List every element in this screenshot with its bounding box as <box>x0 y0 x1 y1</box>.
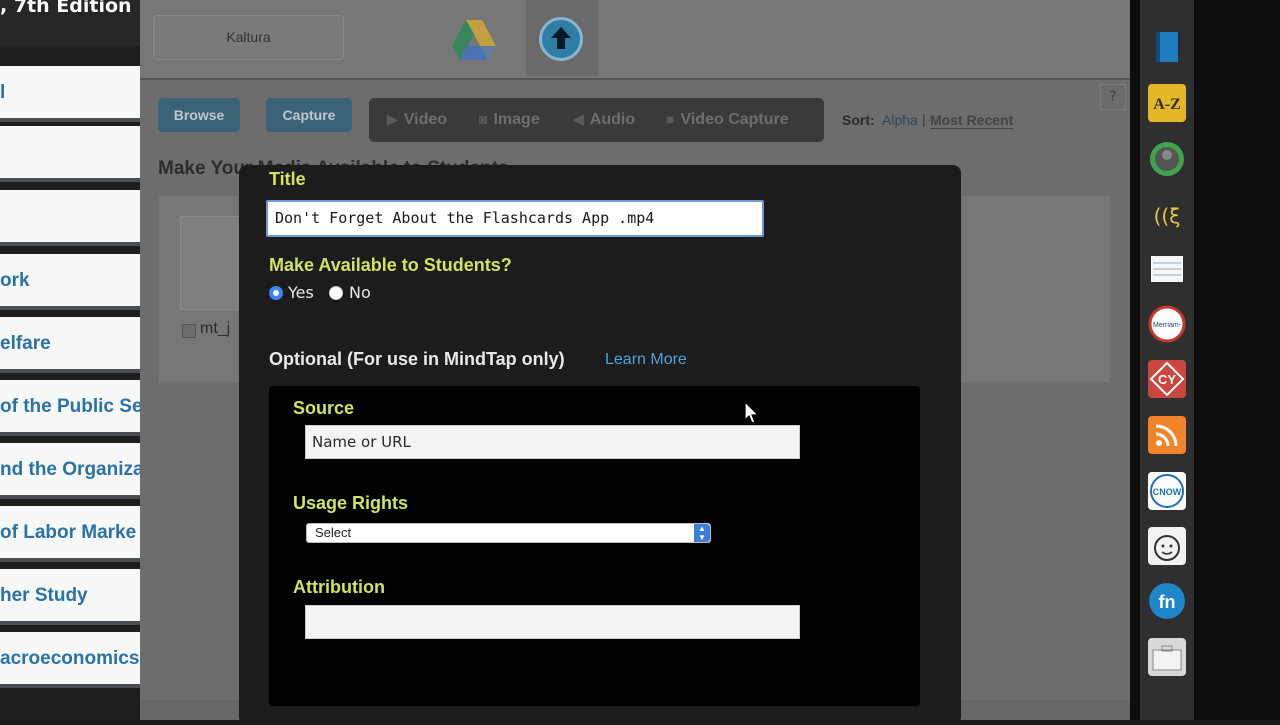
svg-text:CNOW: CNOW <box>1153 487 1182 497</box>
no-radio[interactable] <box>329 286 343 300</box>
attribution-label: Attribution <box>293 577 385 597</box>
merriam-webster-icon[interactable]: Merriam- <box>1148 305 1186 343</box>
tab-kaltura[interactable]: Kaltura <box>153 15 344 60</box>
source-tab-bar: Kaltura <box>140 0 1130 80</box>
book-title: , 7th Edition <box>0 0 132 17</box>
capture-button[interactable]: Capture <box>266 98 352 132</box>
sidebar-item[interactable]: l <box>0 66 140 122</box>
avatar-icon[interactable] <box>1148 140 1186 178</box>
camera-icon: ◙ <box>479 111 488 127</box>
yes-label: Yes <box>288 283 314 302</box>
briefcase-icon[interactable] <box>1148 638 1186 676</box>
sidebar-item[interactable] <box>0 126 140 182</box>
rss-icon[interactable] <box>1148 416 1186 454</box>
cnow-icon[interactable]: CNOW <box>1148 472 1186 510</box>
sidebar-item[interactable]: of the Public Se <box>0 380 140 436</box>
select-arrows-icon: ▲ ▼ <box>694 524 710 542</box>
sidebar-item[interactable]: her Study <box>0 569 140 625</box>
help-button[interactable]: ? <box>1100 84 1126 110</box>
upload-icon <box>539 17 583 61</box>
audio-icon[interactable]: ((ξ <box>1148 196 1186 234</box>
source-label: Source <box>293 398 355 418</box>
tab-upload[interactable] <box>526 0 598 76</box>
notes-icon[interactable] <box>1148 250 1186 288</box>
usage-rights-value: Select <box>315 525 352 540</box>
svg-text:A-Z: A-Z <box>1153 96 1181 113</box>
clock-icon[interactable] <box>1148 527 1186 565</box>
play-icon: ▶ <box>387 111 398 127</box>
sidebar-item[interactable]: of Labor Marke <box>0 506 140 562</box>
title-label: Title <box>269 169 306 189</box>
svg-text:fn: fn <box>1159 592 1176 612</box>
speaker-icon: ◀ <box>573 111 584 127</box>
mouse-cursor-icon <box>744 400 760 425</box>
usage-rights-label: Usage Rights <box>293 493 409 513</box>
source-input[interactable]: Name or URL <box>305 425 800 459</box>
learn-more-link[interactable]: Learn More <box>605 351 687 369</box>
app-dock: A-Z ((ξ Merriam- CY CNOW fn <box>1130 0 1280 720</box>
media-checkbox[interactable] <box>182 324 196 338</box>
media-type-filter: ▶ Video ◙ Image ◀ Audio ■ Video Capture <box>369 98 824 142</box>
media-item-label: mt_j <box>200 320 231 337</box>
filter-image[interactable]: ◙ Image <box>479 98 540 142</box>
usage-rights-select[interactable]: Select ▲ ▼ <box>306 523 711 543</box>
optional-label: Optional (For use in MindTap only) <box>269 349 565 369</box>
a-z-icon[interactable]: A-Z <box>1148 84 1186 122</box>
svg-text:CY: CY <box>1158 372 1176 387</box>
chapter-sidebar: l ork elfare of the Public Se nd the Org… <box>0 46 140 720</box>
media-thumbnail[interactable] <box>180 216 242 310</box>
sort-alpha-link[interactable]: Alpha <box>882 112 918 128</box>
filter-video[interactable]: ▶ Video <box>387 98 447 142</box>
no-label: No <box>349 283 371 302</box>
attribution-input[interactable] <box>305 605 800 639</box>
fn-icon[interactable]: fn <box>1148 582 1186 620</box>
title-input[interactable]: Don't Forget About the Flashcards App .m… <box>266 200 764 237</box>
optional-fields-panel: Source Name or URL Usage Rights Select ▲… <box>269 386 920 706</box>
book-title-bar: , 7th Edition <box>0 0 140 46</box>
media-details-dialog: Title Don't Forget About the Flashcards … <box>239 165 961 725</box>
svg-text:Merriam-: Merriam- <box>1153 322 1182 329</box>
browse-button[interactable]: Browse <box>158 98 240 132</box>
book-icon[interactable] <box>1148 28 1186 66</box>
cy-icon[interactable]: CY <box>1148 360 1186 398</box>
google-drive-icon[interactable] <box>452 20 496 60</box>
sidebar-item[interactable] <box>0 190 140 246</box>
yes-radio[interactable] <box>269 286 283 300</box>
sidebar-item[interactable]: nd the Organiza <box>0 443 140 499</box>
sort-label: Sort: <box>842 112 875 128</box>
sidebar-item[interactable]: elfare <box>0 317 140 373</box>
filter-video-capture[interactable]: ■ Video Capture <box>666 98 789 142</box>
sort-recent-link[interactable]: Most Recent <box>930 112 1014 129</box>
sort-separator: | <box>922 111 926 127</box>
sidebar-item[interactable]: acroeconomics <box>0 632 140 688</box>
svg-text:((ξ: ((ξ <box>1154 204 1181 228</box>
sidebar-item[interactable]: ork <box>0 254 140 310</box>
available-label: Make Available to Students? <box>269 255 512 275</box>
video-capture-icon: ■ <box>666 111 675 127</box>
filter-audio[interactable]: ◀ Audio <box>573 98 635 142</box>
